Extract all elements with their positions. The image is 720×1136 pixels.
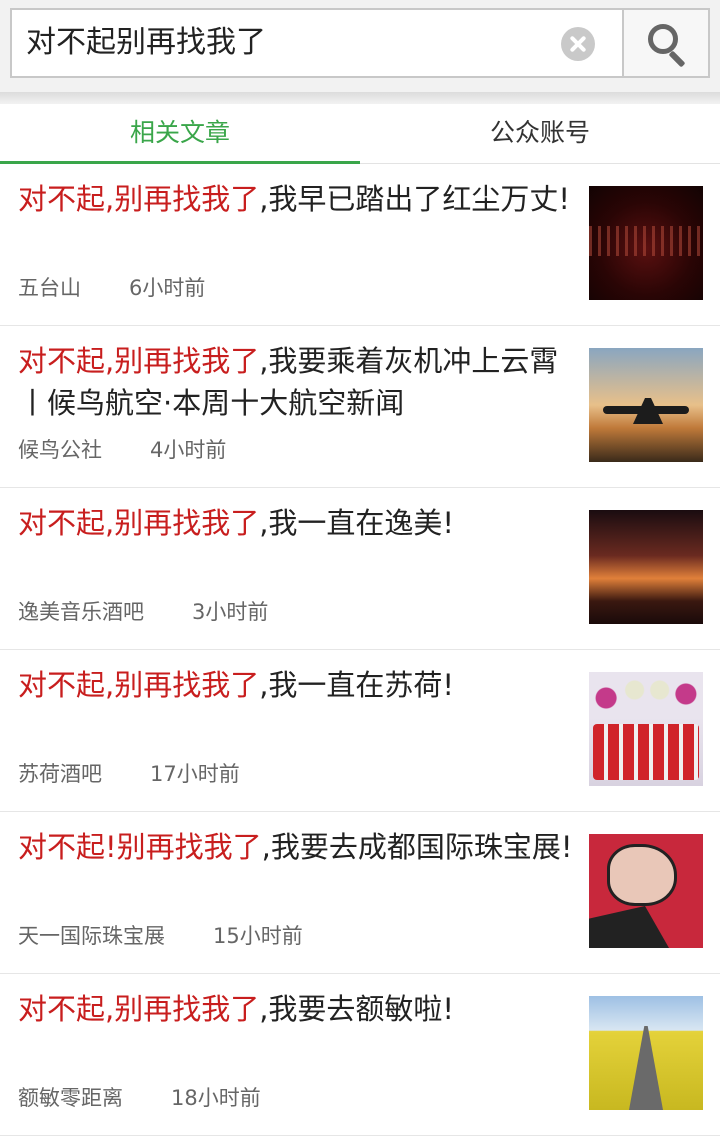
title-rest: ,我要去成都国际珠宝展!	[261, 830, 573, 864]
title-highlight: 对不起,别再找我了	[18, 506, 260, 540]
article-time: 3小时前	[192, 600, 269, 624]
article-meta: 苏荷酒吧 17小时前	[18, 758, 240, 788]
search-button[interactable]	[622, 8, 710, 78]
title-rest: ,我一直在苏荷!	[259, 668, 455, 702]
article-meta: 五台山 6小时前	[18, 272, 205, 302]
article-source: 逸美音乐酒吧	[18, 600, 144, 624]
article-time: 15小时前	[213, 924, 303, 948]
article-list: 对不起,别再找我了,我早已踏出了红尘万丈! 五台山 6小时前 对不起,别再找我了,…	[0, 164, 720, 1136]
article-thumbnail[interactable]	[589, 996, 703, 1110]
article-meta: 额敏零距离 18小时前	[18, 1082, 261, 1112]
article-thumbnail[interactable]	[589, 672, 703, 786]
article-thumbnail[interactable]	[589, 510, 703, 624]
title-highlight: 对不起,别再找我了	[18, 668, 260, 702]
article-source: 候鸟公社	[18, 438, 102, 462]
list-item[interactable]: 对不起!别再找我了,我要去成都国际珠宝展! 天一国际珠宝展 15小时前	[0, 812, 720, 974]
title-rest: ,我要去额敏啦!	[259, 992, 455, 1026]
list-item[interactable]: 对不起,别再找我了,我要去额敏啦! 额敏零距离 18小时前	[0, 974, 720, 1136]
clear-icon[interactable]	[561, 27, 595, 61]
article-time: 4小时前	[150, 438, 227, 462]
article-title[interactable]: 对不起,别再找我了,我一直在苏荷!	[18, 664, 578, 706]
article-title[interactable]: 对不起!别再找我了,我要去成都国际珠宝展!	[18, 826, 578, 868]
search-input[interactable]	[26, 10, 546, 76]
title-rest: ,我早已踏出了红尘万丈!	[259, 182, 571, 216]
search-icon	[648, 24, 678, 54]
list-item[interactable]: 对不起,别再找我了,我早已踏出了红尘万丈! 五台山 6小时前	[0, 164, 720, 326]
article-source: 天一国际珠宝展	[18, 924, 165, 948]
article-source: 五台山	[18, 276, 81, 300]
article-time: 6小时前	[129, 276, 206, 300]
tab-related-articles[interactable]: 相关文章	[0, 104, 360, 165]
search-bar	[0, 0, 720, 92]
article-thumbnail[interactable]	[589, 186, 703, 300]
list-item[interactable]: 对不起,别再找我了,我要乘着灰机冲上云霄丨候鸟航空·本周十大航空新闻 候鸟公社 4…	[0, 326, 720, 488]
title-highlight: 对不起,别再找我了	[18, 344, 260, 378]
tab-bar: 相关文章 公众账号	[0, 104, 720, 165]
list-item[interactable]: 对不起,别再找我了,我一直在逸美! 逸美音乐酒吧 3小时前	[0, 488, 720, 650]
article-title[interactable]: 对不起,别再找我了,我要乘着灰机冲上云霄丨候鸟航空·本周十大航空新闻	[18, 340, 578, 424]
article-thumbnail[interactable]	[589, 348, 703, 462]
article-time: 18小时前	[171, 1086, 261, 1110]
article-meta: 天一国际珠宝展 15小时前	[18, 920, 303, 950]
list-item[interactable]: 对不起,别再找我了,我一直在苏荷! 苏荷酒吧 17小时前	[0, 650, 720, 812]
article-source: 苏荷酒吧	[18, 762, 102, 786]
article-meta: 逸美音乐酒吧 3小时前	[18, 596, 268, 626]
title-highlight: 对不起,别再找我了	[18, 182, 260, 216]
article-title[interactable]: 对不起,别再找我了,我早已踏出了红尘万丈!	[18, 178, 578, 220]
article-title[interactable]: 对不起,别再找我了,我一直在逸美!	[18, 502, 578, 544]
article-title[interactable]: 对不起,别再找我了,我要去额敏啦!	[18, 988, 578, 1030]
article-source: 额敏零距离	[18, 1086, 123, 1110]
article-thumbnail[interactable]	[589, 834, 703, 948]
article-time: 17小时前	[150, 762, 240, 786]
search-box[interactable]	[10, 8, 624, 78]
title-rest: ,我一直在逸美!	[259, 506, 455, 540]
article-meta: 候鸟公社 4小时前	[18, 434, 226, 464]
tab-official-accounts[interactable]: 公众账号	[360, 104, 720, 164]
title-highlight: 对不起,别再找我了	[18, 992, 260, 1026]
title-highlight: 对不起!别再找我了	[18, 830, 262, 864]
